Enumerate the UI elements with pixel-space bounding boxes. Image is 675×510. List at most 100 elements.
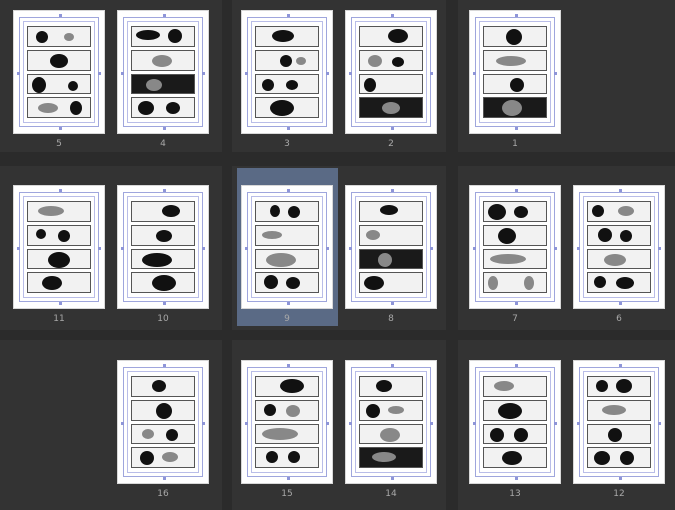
panel-frames [131,201,195,293]
registration-mark [391,364,394,367]
panel-frames [587,376,651,468]
registration-mark [391,189,394,192]
registration-mark [554,247,557,250]
page-thumbnail-5[interactable] [13,10,105,134]
page-number-9: 9 [284,314,290,324]
page-thumbnail-2[interactable] [345,10,437,134]
registration-mark [163,364,166,367]
registration-mark [245,247,248,250]
registration-mark [430,72,433,75]
registration-mark [59,302,62,305]
registration-mark [430,422,433,425]
registration-mark [245,72,248,75]
registration-mark [658,422,661,425]
page-thumbnail-15[interactable] [241,360,333,484]
panel-frames [483,376,547,468]
registration-mark [473,247,476,250]
page-thumbnail-6[interactable] [573,185,665,309]
registration-mark [245,422,248,425]
registration-mark [287,364,290,367]
registration-mark [391,127,394,130]
page-thumbnail-8[interactable] [345,185,437,309]
registration-mark [59,14,62,17]
panel-frames [483,26,547,118]
panel-frames [27,201,91,293]
registration-mark [619,364,622,367]
registration-mark [98,72,101,75]
registration-mark [515,14,518,17]
registration-mark [59,189,62,192]
page-number-6: 6 [616,314,622,324]
page-thumbnail-3[interactable] [241,10,333,134]
page-thumbnail-11[interactable] [13,185,105,309]
registration-mark [17,72,20,75]
page-number-12: 12 [613,489,625,499]
registration-mark [326,247,329,250]
registration-mark [287,477,290,480]
registration-mark [391,14,394,17]
page-number-16: 16 [157,489,169,499]
registration-mark [287,302,290,305]
page-thumbnail-4[interactable] [117,10,209,134]
panel-frames [359,201,423,293]
page-number-4: 4 [160,139,166,149]
registration-mark [349,72,352,75]
registration-mark [658,247,661,250]
registration-mark [554,72,557,75]
page-number-8: 8 [388,314,394,324]
registration-mark [349,422,352,425]
page-thumbnail-7[interactable] [469,185,561,309]
panel-frames [587,201,651,293]
panel-frames [131,26,195,118]
registration-mark [619,477,622,480]
registration-mark [430,247,433,250]
page-thumbnail-1[interactable] [469,10,561,134]
registration-mark [554,422,557,425]
page-number-11: 11 [53,314,65,324]
page-thumbnail-9[interactable] [241,185,333,309]
registration-mark [391,477,394,480]
registration-mark [121,247,124,250]
registration-mark [349,247,352,250]
page-thumbnail-13[interactable] [469,360,561,484]
registration-mark [163,127,166,130]
registration-mark [515,127,518,130]
registration-mark [515,364,518,367]
registration-mark [59,127,62,130]
panel-frames [255,201,319,293]
registration-mark [287,127,290,130]
registration-mark [202,422,205,425]
registration-mark [473,422,476,425]
page-number-14: 14 [385,489,397,499]
registration-mark [121,422,124,425]
registration-mark [515,477,518,480]
panel-frames [359,376,423,468]
page-number-7: 7 [512,314,518,324]
registration-mark [577,422,580,425]
panel-frames [27,26,91,118]
page-thumbnail-14[interactable] [345,360,437,484]
registration-mark [121,72,124,75]
registration-mark [515,189,518,192]
registration-mark [163,302,166,305]
page-thumbnail-16[interactable] [117,360,209,484]
page-number-10: 10 [157,314,169,324]
page-thumbnail-12[interactable] [573,360,665,484]
registration-mark [287,189,290,192]
registration-mark [391,302,394,305]
registration-mark [619,302,622,305]
registration-mark [287,14,290,17]
registration-mark [163,189,166,192]
registration-mark [202,247,205,250]
registration-mark [163,477,166,480]
panel-frames [255,376,319,468]
panel-frames [131,376,195,468]
registration-mark [619,189,622,192]
registration-mark [163,14,166,17]
page-number-1: 1 [512,139,518,149]
page-number-15: 15 [281,489,293,499]
page-number-3: 3 [284,139,290,149]
registration-mark [326,72,329,75]
page-number-2: 2 [388,139,394,149]
page-thumbnail-10[interactable] [117,185,209,309]
